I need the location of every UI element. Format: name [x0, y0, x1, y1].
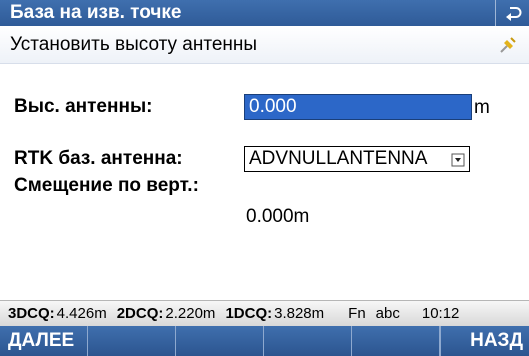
vertical-offset-value: 0.000m — [246, 206, 310, 227]
subtitle-text: Установить высоту антенны — [10, 33, 258, 55]
input-mode-indicator[interactable]: abc — [376, 305, 400, 322]
softkey-3[interactable] — [176, 326, 264, 356]
rtk-antenna-value: ADVNULLANTENNA — [249, 148, 428, 169]
vertical-offset-label: Смещение по верт.: — [14, 175, 199, 196]
antenna-height-input[interactable]: 0.000 — [244, 94, 472, 120]
dcq2-readout: 2DCQ: 2.220m — [116, 305, 216, 322]
fn-indicator[interactable]: Fn — [348, 305, 366, 322]
back-arrow-icon — [505, 7, 521, 21]
page-subtitle: Установить высоту антенны — [0, 26, 529, 64]
back-button[interactable] — [495, 0, 529, 26]
clock: 10:12 — [421, 305, 460, 322]
softkey-4[interactable] — [264, 326, 352, 356]
next-softkey[interactable]: ДАЛЕЕ — [0, 326, 88, 356]
softkey-5[interactable] — [352, 326, 440, 356]
antenna-height-label: Выс. антенны: — [14, 96, 153, 117]
dcq1-readout: 1DCQ: 3.828m — [225, 305, 325, 322]
softkey-2[interactable] — [88, 326, 176, 356]
dcq3-readout: 3DCQ: 4.426m — [8, 305, 107, 322]
status-bar: 3DCQ: 4.426m 2DCQ: 2.220m 1DCQ: 3.828m Fn a… — [0, 300, 529, 326]
title-bar: База на изв. точке — [0, 0, 529, 26]
antenna-height-unit: m — [474, 97, 490, 118]
window-title: База на изв. точке — [10, 2, 182, 23]
rtk-antenna-select[interactable]: ADVNULLANTENNA — [244, 146, 470, 172]
satellite-icon — [500, 37, 516, 53]
back-softkey[interactable]: НАЗД — [440, 326, 529, 356]
rtk-antenna-label: RTK баз. антенна: — [14, 148, 183, 169]
dropdown-icon — [451, 153, 465, 167]
antenna-height-value: 0.000 — [249, 96, 297, 117]
softkey-bar: ДАЛЕЕ НАЗД — [0, 326, 529, 356]
